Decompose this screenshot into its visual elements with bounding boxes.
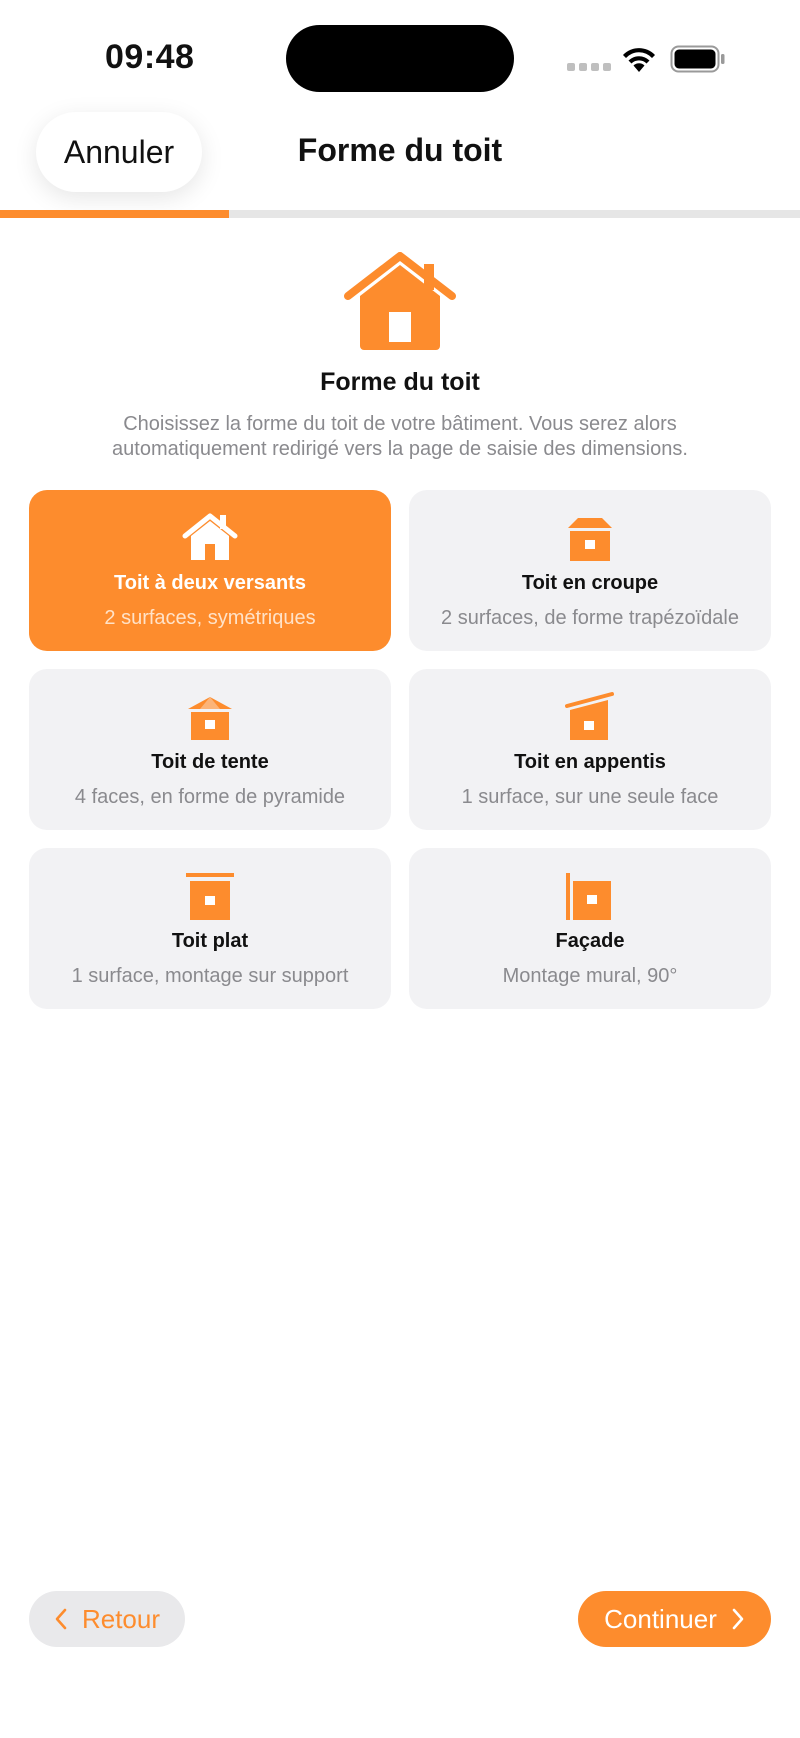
roof-option-gable[interactable]: Toit à deux versants 2 surfaces, symétri… <box>29 490 391 651</box>
page-title: Forme du toit <box>297 132 503 168</box>
dynamic-island <box>286 25 514 92</box>
option-subtitle: 2 surfaces, symétriques <box>104 607 316 629</box>
progress-fill <box>0 210 229 218</box>
continue-button-label: Continuer <box>604 1603 717 1634</box>
flat-roof-icon <box>186 873 234 920</box>
back-button[interactable]: Retour <box>29 1591 185 1647</box>
option-subtitle: 1 surface, sur une seule face <box>461 786 719 808</box>
roof-option-shed[interactable]: Toit en appentis 1 surface, sur une seul… <box>409 669 771 830</box>
pyramid-roof-icon <box>188 697 232 740</box>
option-subtitle: 2 surfaces, de forme trapézoïdale <box>441 607 739 629</box>
battery-icon <box>670 45 725 73</box>
progress-bar <box>0 210 800 218</box>
option-title: Toit en croupe <box>521 572 659 594</box>
option-title: Toit de tente <box>151 751 269 773</box>
back-button-label: Retour <box>81 1603 161 1634</box>
gable-roof-icon <box>182 513 238 560</box>
roof-option-facade[interactable]: Façade Montage mural, 90° <box>409 848 771 1009</box>
option-subtitle: 4 faces, en forme de pyramide <box>74 786 346 808</box>
hip-roof-icon <box>568 518 612 561</box>
option-title: Toit à deux versants <box>114 572 306 594</box>
option-title: Façade <box>555 930 625 952</box>
chevron-left-icon <box>55 1608 67 1630</box>
section-title: Forme du toit <box>320 368 480 396</box>
roof-type-grid: Toit à deux versants 2 surfaces, symétri… <box>29 490 771 1009</box>
roof-option-flat[interactable]: Toit plat 1 surface, montage sur support <box>29 848 391 1009</box>
facade-icon <box>566 873 611 920</box>
continue-button[interactable]: Continuer <box>578 1591 771 1647</box>
option-subtitle: Montage mural, 90° <box>502 965 678 987</box>
wifi-icon <box>623 48 655 72</box>
chevron-right-icon <box>732 1608 744 1630</box>
option-title: Toit en appentis <box>514 751 666 773</box>
roof-option-hip[interactable]: Toit en croupe 2 surfaces, de forme trap… <box>409 490 771 651</box>
shed-roof-icon <box>565 692 614 740</box>
house-icon <box>344 252 456 350</box>
cellular-signal-icon <box>567 63 611 71</box>
section-description: Choisissez la forme du toit de votre bât… <box>112 413 688 460</box>
roof-option-pyramid[interactable]: Toit de tente 4 faces, en forme de pyram… <box>29 669 391 830</box>
option-subtitle: 1 surface, montage sur support <box>71 965 349 987</box>
option-title: Toit plat <box>171 930 249 952</box>
status-time: 09:48 <box>105 38 195 76</box>
